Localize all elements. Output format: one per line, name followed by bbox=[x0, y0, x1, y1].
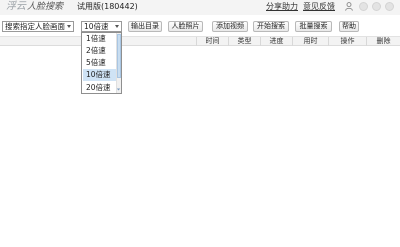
search-mode-select[interactable]: 搜索指定人脸画面 bbox=[2, 21, 74, 32]
scroll-down-arrow-icon[interactable] bbox=[116, 87, 121, 92]
speed-dropdown-list: 1倍速 2倍速 5倍速 10倍速 20倍速 bbox=[81, 32, 122, 94]
speed-option-2x[interactable]: 2倍速 bbox=[83, 45, 117, 57]
start-search-button[interactable]: 开始搜索 bbox=[253, 21, 289, 32]
version-label: 试用版(180442) bbox=[77, 2, 138, 11]
column-header-delete[interactable]: 删除 bbox=[366, 37, 400, 46]
speed-value: 10倍速 bbox=[84, 22, 109, 31]
speed-option-1x[interactable]: 1倍速 bbox=[83, 33, 117, 45]
minimize-button[interactable] bbox=[359, 2, 368, 11]
feedback-link[interactable]: 意见反馈 bbox=[303, 0, 335, 13]
title-bar: 浮云人脸搜索 试用版(180442) 分享助力 意见反馈 bbox=[0, 0, 400, 15]
speed-option-20x[interactable]: 20倍速 bbox=[83, 82, 117, 93]
dropdown-scrollbar[interactable] bbox=[116, 33, 121, 93]
batch-search-button[interactable]: 批量搜索 bbox=[295, 21, 332, 32]
export-dir-button[interactable]: 输出目录 bbox=[128, 21, 162, 32]
speed-option-5x[interactable]: 5倍速 bbox=[83, 57, 117, 69]
help-button[interactable]: 帮助 bbox=[339, 21, 359, 32]
search-mode-value: 搜索指定人脸画面 bbox=[5, 22, 65, 31]
speed-option-10x[interactable]: 10倍速 bbox=[83, 69, 117, 81]
chevron-down-icon bbox=[67, 25, 71, 28]
logo-sub-text: 人脸搜索 bbox=[27, 2, 64, 12]
toolbar: 搜索指定人脸画面 10倍速 输出目录 人脸照片 添加视频 开始搜索 批量搜索 帮… bbox=[0, 15, 400, 35]
speed-select[interactable]: 10倍速 bbox=[81, 21, 122, 32]
table-header: 时间 类型 进度 用时 操作 删除 bbox=[0, 36, 400, 46]
scrollbar-thumb[interactable] bbox=[117, 34, 121, 78]
user-icon[interactable] bbox=[345, 2, 353, 11]
chevron-down-icon bbox=[115, 25, 119, 28]
logo-main-text: 浮云 bbox=[6, 1, 26, 12]
face-photo-button[interactable]: 人脸照片 bbox=[168, 21, 203, 32]
column-header-duration[interactable]: 用时 bbox=[292, 37, 328, 46]
column-header-type[interactable]: 类型 bbox=[228, 37, 260, 46]
app-logo: 浮云人脸搜索 bbox=[6, 0, 63, 15]
share-link[interactable]: 分享助力 bbox=[266, 0, 298, 13]
column-header-action[interactable]: 操作 bbox=[328, 37, 366, 46]
close-button[interactable] bbox=[385, 2, 394, 11]
add-video-button[interactable]: 添加视频 bbox=[212, 21, 248, 32]
column-header-progress[interactable]: 进度 bbox=[260, 37, 292, 46]
maximize-button[interactable] bbox=[372, 2, 381, 11]
results-area bbox=[0, 47, 400, 247]
column-header-time[interactable]: 时间 bbox=[196, 37, 228, 46]
